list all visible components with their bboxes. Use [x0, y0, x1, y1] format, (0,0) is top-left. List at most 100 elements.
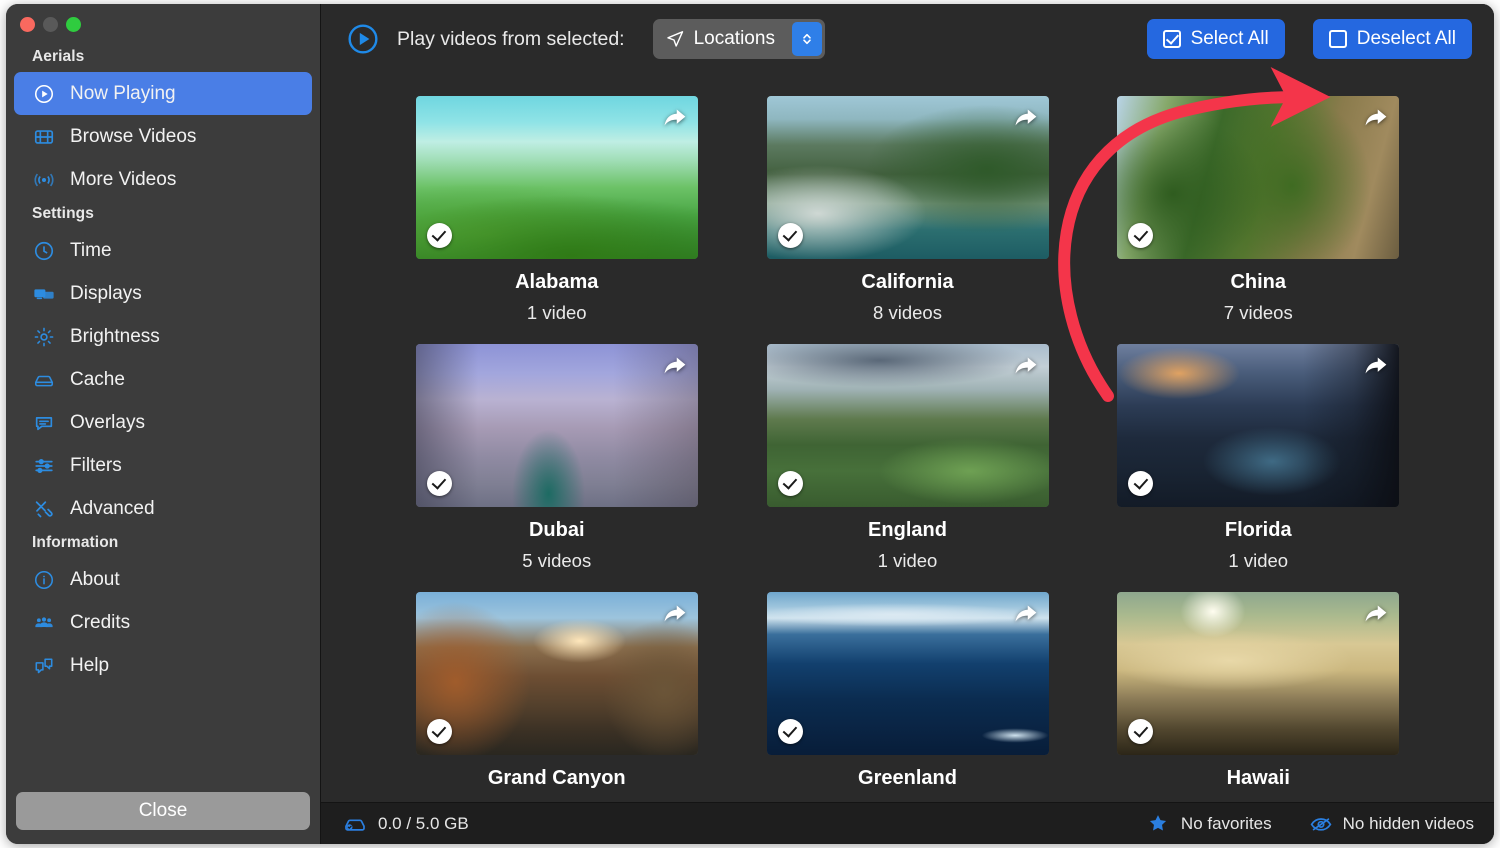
checked-box-icon — [1162, 30, 1181, 48]
thumbnail[interactable] — [766, 592, 1049, 755]
card-subtitle: 8 videos — [873, 302, 942, 323]
cache-usage-text: 0.0 / 5.0 GB — [378, 813, 469, 833]
card-subtitle: 1 video — [1228, 550, 1289, 571]
selection-checkmark[interactable] — [426, 719, 452, 744]
thumbnail-art — [415, 592, 698, 755]
list-item[interactable]: Grand Canyon — [415, 592, 698, 798]
card-title: England — [868, 519, 947, 541]
thumbnail[interactable] — [1117, 96, 1400, 259]
thumbnail-art — [415, 344, 698, 507]
list-item[interactable]: Hawaii — [1117, 592, 1400, 798]
sidebar-item-label: Overlays — [70, 411, 145, 433]
broadcast-icon — [32, 168, 56, 192]
sidebar-item-label: Advanced — [70, 497, 155, 519]
help-icon — [32, 654, 56, 678]
thumbnail[interactable] — [415, 344, 698, 507]
select-all-button[interactable]: Select All — [1146, 19, 1285, 59]
thumbnail[interactable] — [415, 592, 698, 755]
sidebar-item-label: More Videos — [70, 168, 177, 190]
location-arrow-icon — [665, 29, 685, 49]
thumbnail-art — [1117, 96, 1400, 259]
deselect-all-button[interactable]: Deselect All — [1312, 19, 1472, 59]
sidebar-item-label: Credits — [70, 611, 131, 633]
sidebar-item-filters[interactable]: Filters — [14, 444, 312, 487]
minimize-window-button[interactable] — [43, 16, 58, 32]
thumbnail[interactable] — [766, 96, 1049, 259]
share-arrow-icon[interactable] — [660, 599, 690, 629]
thumbnail-art — [1117, 592, 1400, 755]
eye-slash-icon — [1309, 812, 1333, 836]
thumbnail[interactable] — [1117, 592, 1400, 755]
selection-checkmark[interactable] — [777, 223, 803, 248]
sidebar-item-help[interactable]: Help — [14, 644, 312, 687]
sidebar-item-label: Browse Videos — [70, 125, 197, 147]
thumbnail[interactable] — [1117, 344, 1400, 507]
card-title: California — [861, 271, 954, 293]
sidebar-item-more-videos[interactable]: More Videos — [14, 158, 312, 201]
thumbnail-art — [415, 96, 698, 259]
source-popup-button[interactable]: Locations — [652, 19, 825, 59]
selection-checkmark[interactable] — [777, 471, 803, 496]
selection-checkmark[interactable] — [777, 719, 803, 744]
selection-checkmark[interactable] — [426, 223, 452, 248]
sidebar-item-about[interactable]: About — [14, 558, 312, 601]
sidebar-item-credits[interactable]: Credits — [14, 601, 312, 644]
window-traffic-lights — [6, 4, 320, 44]
card-title: Hawaii — [1226, 767, 1290, 789]
sidebar-section-information: Information — [32, 534, 119, 551]
sidebar-item-now-playing[interactable]: Now Playing — [14, 72, 312, 115]
card-subtitle: 1 video — [877, 550, 938, 571]
star-icon — [1147, 812, 1171, 836]
sidebar-item-label: Cache — [70, 368, 125, 390]
share-arrow-icon[interactable] — [1011, 351, 1041, 381]
displays-icon — [32, 282, 56, 306]
list-item[interactable]: California 8 videos — [766, 96, 1049, 324]
sidebar-item-time[interactable]: Time — [14, 229, 312, 272]
thumbnail-art — [766, 592, 1049, 755]
favorites-status[interactable]: No favorites — [1147, 812, 1272, 836]
list-item[interactable]: Dubai 5 videos — [415, 344, 698, 572]
card-title: Dubai — [528, 519, 585, 541]
close-window-button[interactable] — [20, 16, 35, 32]
sidebar-item-label: Filters — [70, 454, 122, 476]
play-circle-icon[interactable] — [347, 23, 379, 55]
hidden-videos-text: No hidden videos — [1342, 813, 1474, 833]
people-icon — [32, 611, 56, 635]
sidebar-item-label: Time — [70, 239, 112, 261]
list-item[interactable]: China 7 videos — [1117, 96, 1400, 324]
sidebar-item-browse-videos[interactable]: Browse Videos — [14, 115, 312, 158]
sidebar-item-brightness[interactable]: Brightness — [14, 315, 312, 358]
maximize-window-button[interactable] — [66, 16, 81, 32]
selection-checkmark[interactable] — [426, 471, 452, 496]
list-item[interactable]: Greenland — [766, 592, 1049, 798]
info-icon — [32, 568, 56, 592]
share-arrow-icon[interactable] — [660, 103, 690, 133]
share-arrow-icon[interactable] — [660, 351, 690, 381]
sidebar-item-cache[interactable]: Cache — [14, 358, 312, 401]
card-subtitle: 1 video — [526, 302, 587, 323]
bubble-icon — [32, 411, 56, 435]
list-item[interactable]: Florida 1 video — [1117, 344, 1400, 572]
up-down-chevron-icon[interactable] — [791, 22, 822, 56]
share-arrow-icon[interactable] — [1361, 599, 1391, 629]
thumbnail[interactable] — [415, 96, 698, 259]
card-subtitle: 5 videos — [522, 550, 592, 571]
share-arrow-icon[interactable] — [1011, 103, 1041, 133]
deselect-all-label: Deselect All — [1356, 28, 1456, 49]
sidebar-item-label: Displays — [70, 282, 142, 304]
share-arrow-icon[interactable] — [1361, 103, 1391, 133]
sidebar-item-displays[interactable]: Displays — [14, 272, 312, 315]
sidebar-item-advanced[interactable]: Advanced — [14, 487, 312, 530]
select-all-label: Select All — [1190, 28, 1269, 49]
list-item[interactable]: England 1 video — [766, 344, 1049, 572]
video-grid-scroll-area[interactable]: Alabama 1 video California 8 videos Chin… — [321, 74, 1494, 802]
list-item[interactable]: Alabama 1 video — [415, 96, 698, 324]
share-arrow-icon[interactable] — [1361, 351, 1391, 381]
sidebar-item-overlays[interactable]: Overlays — [14, 401, 312, 444]
hidden-videos-status[interactable]: No hidden videos — [1309, 812, 1474, 836]
share-arrow-icon[interactable] — [1011, 599, 1041, 629]
close-button[interactable]: Close — [16, 792, 310, 830]
toolbar: Play videos from selected: Locations Sel… — [321, 4, 1494, 74]
thumbnail[interactable] — [766, 344, 1049, 507]
sun-icon — [32, 325, 56, 349]
